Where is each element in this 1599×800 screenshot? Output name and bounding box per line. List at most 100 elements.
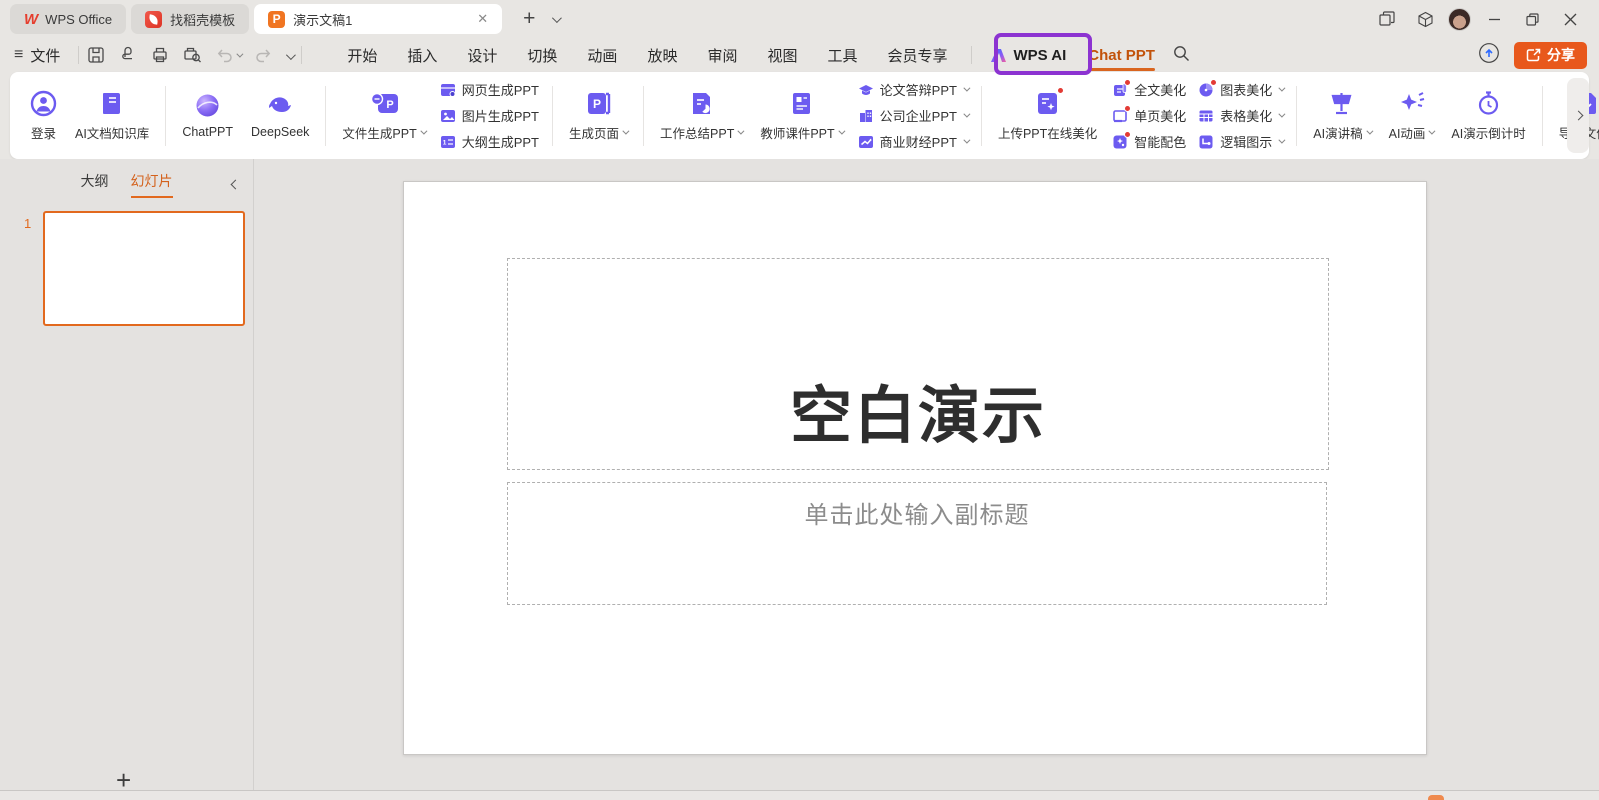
tab-home[interactable]: 开始 bbox=[332, 39, 392, 72]
ai-speech-button[interactable]: AI演讲稿 bbox=[1306, 86, 1377, 146]
table-beautify-item[interactable]: 表格美化 bbox=[1198, 106, 1283, 125]
svg-text:1: 1 bbox=[442, 139, 446, 146]
fulltext-beautify-item[interactable]: 全文美化 bbox=[1112, 80, 1186, 99]
upload-ppt-beautify-button[interactable]: 上传PPT在线美化 bbox=[991, 86, 1104, 146]
chevron-down-icon bbox=[963, 111, 970, 118]
user-avatar[interactable] bbox=[1448, 8, 1471, 31]
wps-presentation-window: W WPS Office 找稻壳模板 P 演示文稿1 ✕ + bbox=[0, 0, 1599, 800]
slide-panel: 大纲 幻灯片 1 + bbox=[0, 159, 253, 790]
search-icon[interactable] bbox=[1173, 45, 1190, 66]
chevron-down-icon bbox=[622, 127, 629, 134]
chat-ppt-label: Chat PPT bbox=[1088, 47, 1155, 64]
ai-countdown-button[interactable]: AI演示倒计时 bbox=[1444, 86, 1532, 146]
tab-chat-ppt[interactable]: Chat PPT bbox=[1076, 41, 1167, 70]
file-generate-ppt-button[interactable]: P 文件生成PPT bbox=[335, 86, 431, 146]
wps-ai-logo-icon bbox=[990, 48, 1008, 63]
web-generate-ppt-item[interactable]: 网页生成PPT bbox=[440, 80, 539, 99]
single-page-beautify-item[interactable]: 单页美化 bbox=[1112, 106, 1186, 125]
slide-thumbnail-1[interactable] bbox=[43, 211, 245, 326]
export-pdf-button[interactable] bbox=[119, 46, 137, 64]
workspace-switch-icon[interactable] bbox=[1372, 4, 1402, 34]
tab-close-icon[interactable]: ✕ bbox=[473, 9, 492, 29]
tab-tools[interactable]: 工具 bbox=[812, 39, 872, 72]
chart-beautify-item[interactable]: 图表美化 bbox=[1198, 80, 1283, 99]
minimize-button[interactable] bbox=[1479, 4, 1509, 34]
tab-presentation1[interactable]: P 演示文稿1 ✕ bbox=[254, 4, 502, 34]
teacher-courseware-ppt-button[interactable]: 教师课件PPT bbox=[753, 86, 849, 146]
notification-badge bbox=[1124, 79, 1131, 86]
slide-canvas[interactable]: 空白演示 单击此处输入副标题 bbox=[403, 181, 1427, 755]
share-label: 分享 bbox=[1547, 45, 1575, 65]
tab-view[interactable]: 视图 bbox=[752, 39, 812, 72]
ai-animation-button[interactable]: AI动画 bbox=[1382, 86, 1441, 146]
work-summary-doc-icon bbox=[688, 90, 715, 117]
image-generate-ppt-item[interactable]: 图片生成PPT bbox=[440, 106, 539, 125]
chevron-down-icon bbox=[838, 127, 845, 134]
panel-divider bbox=[253, 159, 254, 790]
tab-docer-templates[interactable]: 找稻壳模板 bbox=[131, 4, 249, 34]
work-summary-ppt-button[interactable]: 工作总结PPT bbox=[653, 86, 749, 146]
subtitle-placeholder[interactable]: 单击此处输入副标题 bbox=[507, 482, 1327, 605]
fulltext-beautify-icon bbox=[1112, 82, 1128, 98]
notification-badge bbox=[1057, 87, 1064, 94]
share-button[interactable]: 分享 bbox=[1514, 42, 1587, 69]
cloud-upload-icon[interactable] bbox=[1478, 42, 1500, 68]
login-button[interactable]: 登录 bbox=[23, 86, 64, 146]
tab-list-chevron-icon[interactable] bbox=[552, 10, 559, 28]
chart-beautify-icon bbox=[1198, 82, 1214, 98]
chevron-down-icon bbox=[1429, 127, 1436, 134]
close-button[interactable] bbox=[1555, 4, 1585, 34]
tab-review[interactable]: 审阅 bbox=[692, 39, 752, 72]
thesis-defense-ppt-item[interactable]: 论文答辩PPT bbox=[858, 80, 968, 99]
status-bar-partial-icon bbox=[1428, 795, 1444, 800]
smart-color-item[interactable]: 智能配色 bbox=[1112, 132, 1186, 151]
save-button[interactable] bbox=[87, 46, 105, 64]
new-tab-button[interactable]: + bbox=[519, 7, 539, 31]
toolbar-options-chevron-icon[interactable] bbox=[286, 47, 293, 64]
ribbon-scroll-right-button[interactable] bbox=[1567, 78, 1589, 153]
chevron-down-icon bbox=[420, 127, 427, 134]
chevron-down-icon bbox=[1366, 127, 1373, 134]
tab-animation[interactable]: 动画 bbox=[572, 39, 632, 72]
outline-tab[interactable]: 大纲 bbox=[81, 171, 109, 198]
menubar-right: 分享 bbox=[1478, 42, 1599, 69]
generate-page-button[interactable]: P 生成页面 bbox=[562, 86, 634, 146]
outline-list-icon: 1 bbox=[440, 134, 456, 150]
divider bbox=[78, 46, 79, 64]
print-preview-button[interactable] bbox=[183, 46, 202, 64]
collapse-panel-icon[interactable] bbox=[232, 175, 239, 193]
file-menu[interactable]: ≡ 文件 bbox=[14, 45, 70, 66]
tab-membership[interactable]: 会员专享 bbox=[873, 39, 963, 72]
logic-diagram-icon bbox=[1198, 134, 1214, 150]
tab-transitions[interactable]: 切换 bbox=[512, 39, 572, 72]
tab-slideshow[interactable]: 放映 bbox=[632, 39, 692, 72]
status-bar bbox=[0, 790, 1599, 800]
smart-color-palette-icon bbox=[1112, 134, 1128, 150]
redo-button[interactable] bbox=[255, 47, 272, 63]
undo-button[interactable] bbox=[216, 47, 241, 63]
chatppt-assistant-button[interactable]: ChatPPT bbox=[175, 88, 240, 143]
slides-tab[interactable]: 幻灯片 bbox=[131, 171, 173, 198]
print-button[interactable] bbox=[151, 46, 169, 64]
widget-cube-icon[interactable] bbox=[1410, 4, 1440, 34]
tab-wps-office[interactable]: W WPS Office bbox=[10, 4, 126, 34]
generate-list: 网页生成PPT 图片生成PPT 1 大纲生成PPT bbox=[436, 80, 543, 151]
tab-wps-ai[interactable]: WPS AI bbox=[980, 41, 1077, 70]
outline-generate-ppt-item[interactable]: 1 大纲生成PPT bbox=[440, 132, 539, 151]
beautify-list-1: 全文美化 单页美化 智能配色 bbox=[1108, 80, 1190, 151]
business-finance-ppt-item[interactable]: 商业财经PPT bbox=[858, 132, 968, 151]
group-scenario-ppt: 工作总结PPT 教师课件PPT 论文答辩PPT 公司企业PPT bbox=[644, 72, 981, 159]
tab-insert[interactable]: 插入 bbox=[392, 39, 452, 72]
window-controls bbox=[1372, 0, 1599, 38]
ribbon-chatppt: 登录 AI文档知识库 ChatPPT DeepSeek bbox=[10, 72, 1589, 159]
deepseek-whale-icon bbox=[267, 92, 294, 119]
title-placeholder[interactable]: 空白演示 bbox=[507, 258, 1329, 470]
logic-diagram-item[interactable]: 逻辑图示 bbox=[1198, 132, 1283, 151]
deepseek-button[interactable]: DeepSeek bbox=[244, 88, 316, 143]
restore-button[interactable] bbox=[1517, 4, 1547, 34]
slide-title-text: 空白演示 bbox=[790, 365, 1046, 455]
knowledge-book-icon bbox=[99, 90, 126, 117]
ai-doc-knowledge-button[interactable]: AI文档知识库 bbox=[68, 86, 156, 146]
company-ppt-item[interactable]: 公司企业PPT bbox=[858, 106, 968, 125]
tab-design[interactable]: 设计 bbox=[452, 39, 512, 72]
